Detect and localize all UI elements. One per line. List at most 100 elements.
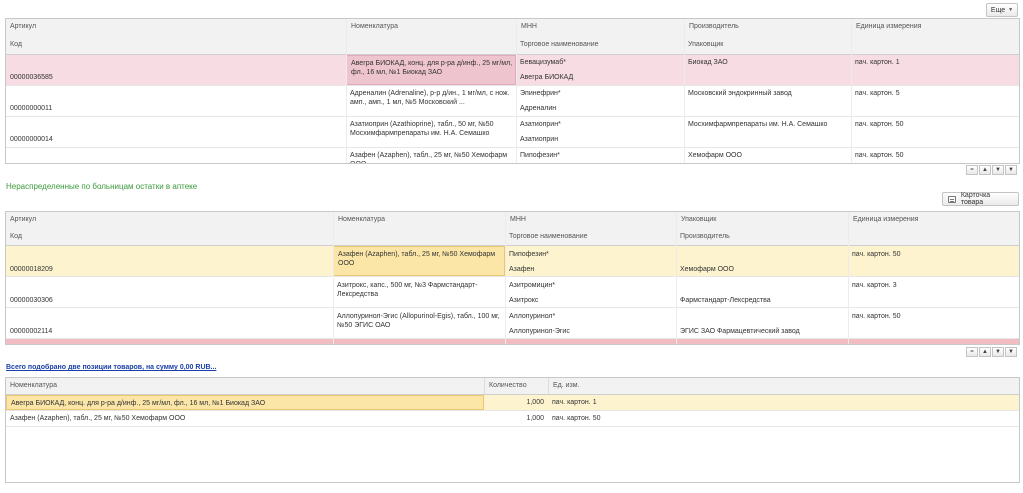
chevron-down-icon: ▼ <box>1008 7 1014 13</box>
summary-link[interactable]: Всего подобрано две позиции товаров, на … <box>6 364 216 371</box>
row-mnn: Азитромицин* <box>509 282 556 289</box>
col-packer[interactable]: Упаковщик <box>676 212 848 245</box>
product-card-button[interactable]: Карточка товара <box>942 192 1019 206</box>
table-row[interactable] <box>6 339 1019 344</box>
row-name[interactable]: Авегра БИОКАД, конц. для р-ра д/инф., 25… <box>6 395 484 410</box>
row-code: 00000018209 <box>10 266 53 273</box>
row-unit: пач. картон. 3 <box>852 282 897 289</box>
row-trade: Азафен <box>509 266 535 273</box>
row-mnn: Бевацизумаб* <box>520 59 566 66</box>
col-trade-name[interactable]: Торговое наименование <box>505 233 588 240</box>
row-maker: Московский эндокринный завод <box>688 90 792 97</box>
row-unit: пач. картон. 5 <box>855 90 900 97</box>
table-row[interactable]: Азафен (Azaphen), табл., 25 мг, №50 Хемо… <box>6 411 1019 427</box>
grid2-scroll-controls: = ▲ ▼ ▼ <box>966 347 1017 357</box>
col-trade-name[interactable]: Торговое наименование <box>516 41 599 48</box>
row-quantity: 1,000 <box>526 399 544 406</box>
selected-items-grid[interactable]: Номенклатура Количество Ед. изм. Авегра … <box>5 377 1020 483</box>
table-row[interactable]: 00000030306 Азитрокс, капс., 500 мг, №3 … <box>6 277 1019 308</box>
row-name: Азатиоприн (Azathioprine), табл., 50 мг,… <box>350 121 494 137</box>
equals-icon[interactable]: = <box>966 165 978 175</box>
col-maker[interactable]: Производитель <box>684 19 851 54</box>
row-mnn: Пипофезин* <box>509 251 549 258</box>
products-grid[interactable]: Артикул Номенклатура МНН Производитель Е… <box>5 18 1020 164</box>
col-article[interactable]: Артикул <box>6 216 333 249</box>
col-unit[interactable]: Ед. изм. <box>548 378 1019 394</box>
row-name[interactable]: Авегра БИОКАД, конц. для р-ра д/инф., 25… <box>346 55 516 85</box>
row-name: Аллопуринол-Эгис (Allopurinol-Egis), таб… <box>337 313 500 329</box>
row-mnn: Аллопуринол* <box>509 313 556 320</box>
table-row[interactable]: 00000036585 Авегра БИОКАД, конц. для р-р… <box>6 55 1019 86</box>
row-maker: ЭГИС ЗАО Фармацевтический завод <box>680 328 800 335</box>
product-card-label: Карточка товара <box>960 192 991 206</box>
row-code: 00000002114 <box>10 328 53 335</box>
row-name[interactable]: Азафен (Azaphen), табл., 25 мг, №50 Хемо… <box>333 246 505 276</box>
col-unit[interactable]: Единица измерения <box>848 212 1019 245</box>
products-grid-header: Артикул Номенклатура МНН Производитель Е… <box>6 19 1019 55</box>
row-trade: Аллопуринол-Эгис <box>509 328 570 335</box>
row-maker: Биокад ЗАО <box>688 59 728 66</box>
row-maker: Фармстандарт-Лексредства <box>680 297 771 304</box>
col-mnn[interactable]: МНН <box>505 212 676 245</box>
equals-icon[interactable]: = <box>966 347 978 357</box>
more-button-label: Еще <box>990 6 1006 14</box>
row-name: Адреналин (Adrenaline), р-р д/ин., 1 мг/… <box>350 90 510 106</box>
row-unit: пач. картон. 50 <box>852 251 901 258</box>
col-quantity[interactable]: Количество <box>484 378 548 394</box>
row-name: Азафен (Azaphen), табл., 25 мг, №50 Хемо… <box>10 415 186 422</box>
top-strip <box>0 0 1023 3</box>
stock-grid[interactable]: Артикул Номенклатура МНН Упаковщик Едини… <box>5 211 1020 345</box>
row-name: Азитрокс, капс., 500 мг, №3 Фармстандарт… <box>337 282 478 298</box>
col-name[interactable]: Номенклатура <box>346 19 516 54</box>
row-name: Азафен (Azaphen), табл., 25 мг, №50 Хемо… <box>350 152 508 163</box>
selected-items-header: Номенклатура Количество Ед. изм. <box>6 378 1019 395</box>
row-mnn: Пипофезин* <box>520 152 560 159</box>
row-maker: Хемофарм ООО <box>688 152 742 159</box>
table-row[interactable]: Азафен (Azaphen), табл., 25 мг, №50 Хемо… <box>6 148 1019 163</box>
row-maker: Хемофарм ООО <box>680 266 734 273</box>
row-unit: пач. картон. 50 <box>855 121 904 128</box>
arrow-down-icon[interactable]: ▼ <box>992 165 1004 175</box>
row-code: 00000000014 <box>10 136 53 143</box>
col-maker[interactable]: Производитель <box>676 233 730 240</box>
table-row[interactable]: 00000000011 Адреналин (Adrenaline), р-р … <box>6 86 1019 117</box>
row-trade: Адреналин <box>520 105 557 112</box>
row-unit: пач. картон. 50 <box>852 313 901 320</box>
row-code: 00000000011 <box>10 105 53 112</box>
row-unit: пач. картон. 50 <box>552 415 601 422</box>
card-icon <box>948 195 956 203</box>
arrow-top-icon[interactable]: ▲ <box>979 165 991 175</box>
row-trade: Азитрокс <box>509 297 539 304</box>
col-name[interactable]: Номенклатура <box>333 212 505 245</box>
arrow-down-icon[interactable]: ▼ <box>992 347 1004 357</box>
table-row[interactable]: Авегра БИОКАД, конц. для р-ра д/инф., 25… <box>6 395 1019 411</box>
row-mnn: Эпинефрин* <box>520 90 561 97</box>
stock-grid-header: Артикул Номенклатура МНН Упаковщик Едини… <box>6 212 1019 246</box>
row-maker: Мосхимфармпрепараты им. Н.А. Семашко <box>688 121 828 128</box>
row-code: 00000036585 <box>10 74 53 81</box>
row-mnn: Азатиоприн* <box>520 121 561 128</box>
row-code: 00000030306 <box>10 297 53 304</box>
row-trade: Азатиоприн <box>520 136 559 143</box>
row-unit: пач. картон. 1 <box>855 59 900 66</box>
arrow-bottom-icon[interactable]: ▼ <box>1005 347 1017 357</box>
col-unit[interactable]: Единица измерения <box>851 19 1019 54</box>
col-packer[interactable]: Упаковщик <box>684 41 723 48</box>
table-row[interactable]: 00000000014 Азатиоприн (Azathioprine), т… <box>6 117 1019 148</box>
grid1-scroll-controls: = ▲ ▼ ▼ <box>966 165 1017 175</box>
col-code[interactable]: Код <box>6 41 22 48</box>
col-code[interactable]: Код <box>6 233 22 240</box>
col-mnn[interactable]: МНН <box>516 19 684 54</box>
row-trade: Авегра БИОКАД <box>520 74 574 81</box>
row-quantity: 1,000 <box>526 415 544 422</box>
col-name[interactable]: Номенклатура <box>6 378 484 394</box>
arrow-bottom-icon[interactable]: ▼ <box>1005 165 1017 175</box>
more-button[interactable]: Еще ▼ <box>986 3 1018 17</box>
row-unit: пач. картон. 1 <box>552 399 597 406</box>
table-row[interactable]: 00000002114 Аллопуринол-Эгис (Allopurino… <box>6 308 1019 339</box>
col-article[interactable]: Артикул <box>6 23 346 58</box>
table-row[interactable]: 00000018209 Азафен (Azaphen), табл., 25 … <box>6 246 1019 277</box>
arrow-top-icon[interactable]: ▲ <box>979 347 991 357</box>
unallocated-stock-title: Нераспределенные по больницам остатки в … <box>6 182 198 191</box>
row-unit: пач. картон. 50 <box>855 152 904 159</box>
